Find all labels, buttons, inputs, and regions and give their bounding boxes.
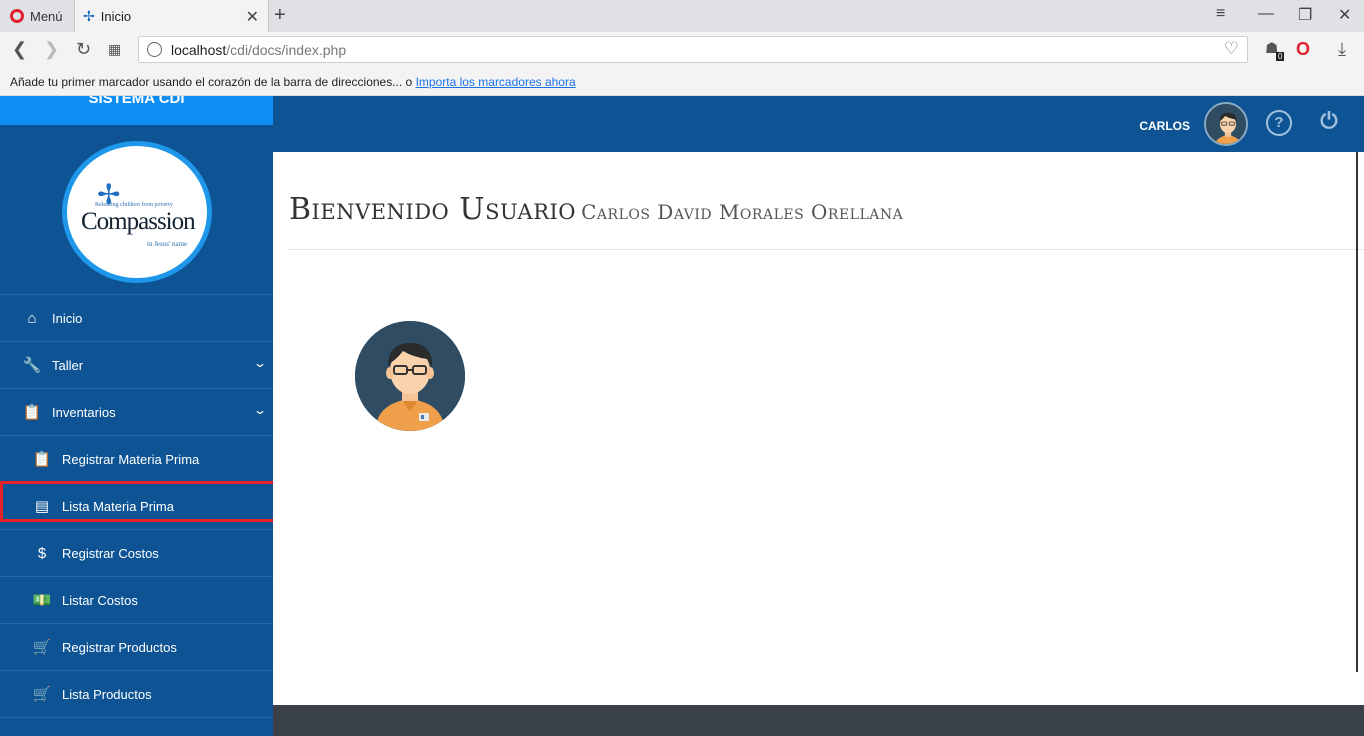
power-icon[interactable]: ⏻ [1316,110,1342,136]
bookmark-hint: Añade tu primer marcador usando el coraz… [10,75,413,89]
address-bar: ❮ ❯ ↻ ▦ localhost/cdi/docs/index.php ♡ ☗… [0,32,1364,68]
user-avatar-icon [355,321,465,431]
url-field[interactable]: localhost/cdi/docs/index.php ♡ [138,36,1248,63]
sidebar-item-lista-materia-prima[interactable]: ▤ Lista Materia Prima [0,483,273,530]
browser-tab-active[interactable]: ✢ Inicio ✕ [74,0,269,32]
divider [288,249,1364,250]
sidebar-item-listar-costos[interactable]: 💵 Listar Costos [0,577,273,624]
sidebar-brand: SISTEMA CDI [0,96,273,125]
clipboard-icon: 📋 [22,404,42,421]
topbar: CARLOS ? ⏻ [273,96,1364,152]
sidebar-item-label: Inventarios [52,404,116,420]
tab-menu-icon[interactable]: ≡ [1216,5,1225,23]
import-bookmarks-link[interactable]: Importa los marcadores ahora [416,75,576,89]
browser-menu-label: Menú [30,8,63,24]
user-name[interactable]: CARLOS [1139,119,1190,133]
close-tab-icon[interactable]: ✕ [246,7,259,27]
minimize-icon[interactable]: — [1258,5,1274,23]
content-scrollbar[interactable] [1356,152,1358,672]
page-title: Bienvenido Usuario Carlos David Morales … [289,192,903,227]
url-host: localhost [171,41,227,58]
sidebar-item-registrar-productos[interactable]: 🛒 Registrar Productos [0,624,273,671]
restore-icon[interactable]: ❐ [1298,5,1312,25]
footer-bar [273,705,1364,736]
sidebar-item-label: Registrar Materia Prima [62,451,200,467]
compassion-logo: ✢ Releasing children from poverty Compas… [62,141,212,283]
sidebar-item-label: Taller [52,357,84,373]
logo-sub: in Jesus' name [147,240,188,248]
sidebar-item-label: Listar Costos [62,592,138,608]
avatar[interactable] [1204,102,1248,146]
sidebar-item-inventarios[interactable]: 📋 Inventarios ⌄ [0,389,273,436]
sidebar: SISTEMA CDI ✢ Releasing children from po… [0,96,276,736]
browser-tab-bar: Menú ✢ Inicio ✕ + ≡ — ❐ ✕ [0,0,1364,32]
new-tab-icon[interactable]: + [274,4,286,27]
sidebar-item-lista-productos[interactable]: 🛒 Lista Productos [0,671,273,718]
sidebar-item-label: Registrar Productos [62,639,177,655]
close-window-icon[interactable]: ✕ [1338,5,1351,25]
sidebar-item-label: Inicio [52,310,83,326]
sidebar-item-inicio[interactable]: ⌂ Inicio [0,295,273,342]
sidebar-item-label: Lista Productos [62,686,152,702]
main-content: Bienvenido Usuario Carlos David Morales … [273,152,1364,705]
running-figure-icon: ✢ [83,7,95,24]
wrench-icon: 🔧 [22,357,42,374]
heart-icon[interactable]: ♡ [1224,39,1239,59]
clipboard-list-icon: ▤ [34,498,50,515]
bookmark-bar: Añade tu primer marcador usando el coraz… [0,68,1364,96]
download-icon[interactable]: ⤓ [1338,39,1346,60]
sidebar-item-label: Lista Materia Prima [62,498,174,514]
chevron-down-icon: ⌄ [252,403,268,417]
logo-area: ✢ Releasing children from poverty Compas… [0,125,273,295]
globe-icon [147,42,162,57]
sidebar-item-label: Registrar Costos [62,545,159,561]
url-path: /cdi/docs/index.php [226,41,347,58]
opera-logo-icon [10,9,24,23]
browser-menu-button[interactable]: Menú [0,0,74,32]
sidebar-item-registrar-materia-prima[interactable]: 📋 Registrar Materia Prima [0,436,273,483]
sidebar-item-registrar-costos[interactable]: $ Registrar Costos [0,530,273,577]
opera-news-icon[interactable]: O [1296,39,1310,60]
forward-icon[interactable]: ❯ [44,39,59,60]
help-icon[interactable]: ? [1266,110,1292,136]
logo-text: Compassion [81,208,196,235]
chevron-down-icon: ⌄ [252,356,268,370]
welcome-heading: Bienvenido Usuario [289,192,577,227]
dollar-icon: $ [37,544,47,562]
tab-title: Inicio [100,8,132,24]
clipboard-icon: 📋 [32,451,52,468]
cart-icon: 🛒 [32,686,52,703]
cart-icon: 🛒 [32,639,52,656]
download-badge: 0 [1276,52,1285,61]
sidebar-item-taller[interactable]: 🔧 Taller ⌄ [0,342,273,389]
profile-avatar [355,321,465,431]
home-icon: ⌂ [27,309,37,327]
money-icon: 💵 [32,592,52,609]
user-full-name: Carlos David Morales Orellana [581,200,904,224]
reload-icon[interactable]: ↻ [76,39,91,60]
back-icon[interactable]: ❮ [12,39,27,60]
speed-dial-icon[interactable]: ▦ [108,41,121,58]
user-avatar-icon [1206,104,1246,144]
